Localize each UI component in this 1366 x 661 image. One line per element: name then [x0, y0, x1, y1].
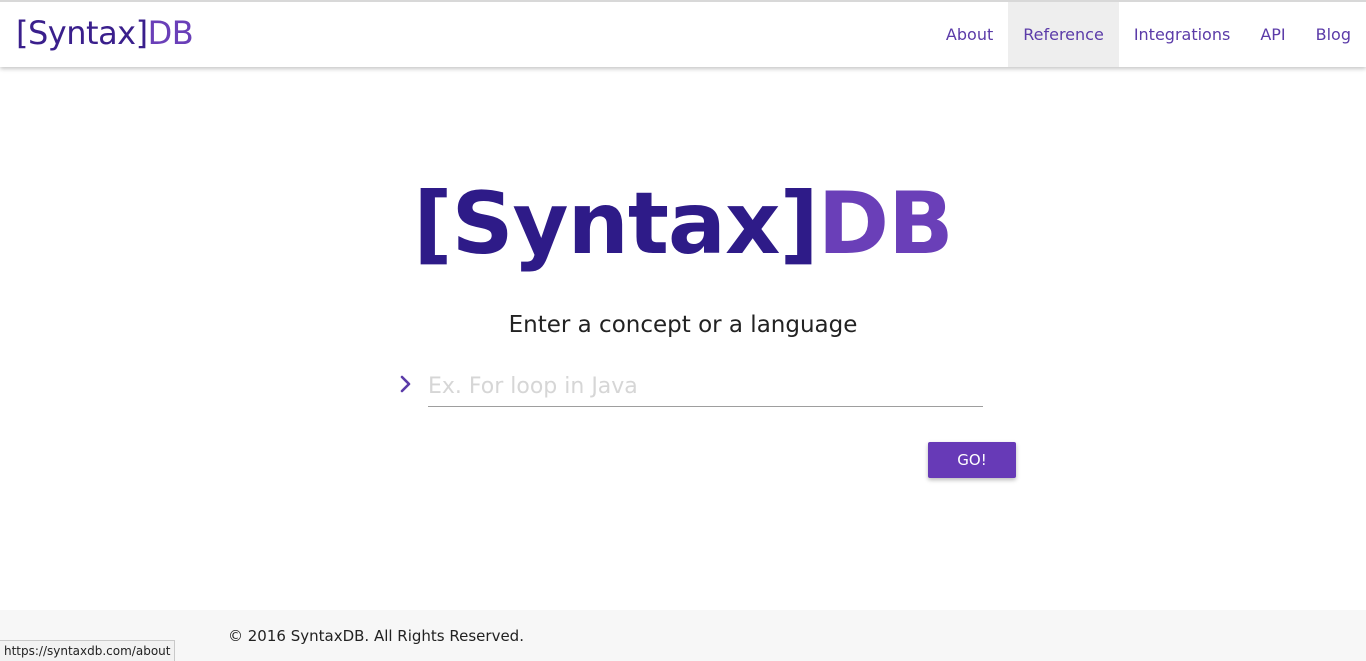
brand-db-text: DB [147, 14, 194, 52]
go-button[interactable]: GO! [928, 442, 1016, 478]
nav-blog[interactable]: Blog [1301, 2, 1366, 67]
hero-logo: [Syntax]DB [0, 172, 1366, 276]
main-nav: About Reference Integrations API Blog [931, 2, 1366, 67]
hero-logo-syntax: [Syntax] [413, 174, 818, 274]
chevron-right-icon [397, 372, 417, 396]
browser-status-url: https://syntaxdb.com/about [0, 640, 176, 661]
brand-logo-link[interactable]: [Syntax]DB [16, 13, 194, 53]
nav-about[interactable]: About [931, 2, 1008, 67]
navbar: [Syntax]DB About Reference Integrations … [0, 0, 1366, 67]
footer: © 2016 SyntaxDB. All Rights Reserved. [0, 610, 1366, 661]
nav-integrations[interactable]: Integrations [1119, 2, 1246, 67]
brand-syntax-text: [Syntax] [16, 14, 148, 52]
nav-reference[interactable]: Reference [1008, 2, 1119, 67]
search-tagline: Enter a concept or a language [508, 312, 858, 338]
hero-logo-db: DB [817, 174, 954, 274]
copyright-text: © 2016 SyntaxDB. All Rights Reserved. [228, 627, 524, 645]
nav-api[interactable]: API [1245, 2, 1300, 67]
search-input[interactable] [428, 366, 983, 407]
